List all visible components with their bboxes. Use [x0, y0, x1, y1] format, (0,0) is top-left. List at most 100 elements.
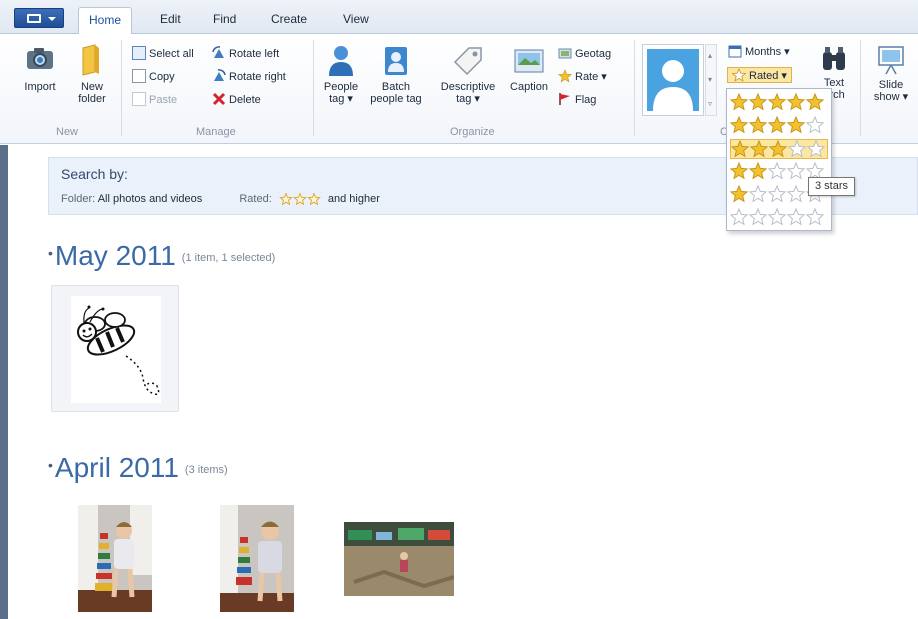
rated-dropdown-menu — [726, 88, 832, 231]
caption-label: Caption — [510, 81, 548, 93]
delete-button[interactable]: Delete — [212, 92, 261, 108]
tab-home[interactable]: Home — [78, 7, 133, 35]
photo-thumbnail[interactable] — [78, 505, 152, 612]
rated-button[interactable]: Rated ▾ — [727, 67, 792, 83]
rotate-right-icon — [214, 69, 226, 81]
star-empty-icon — [767, 207, 787, 226]
rating-option-3[interactable] — [730, 139, 828, 159]
star-outline-icon — [293, 193, 307, 205]
person-silhouette-icon — [653, 60, 693, 111]
group-label-manage: Manage — [196, 126, 236, 138]
import-label: Import — [24, 81, 56, 93]
star-filled-icon — [729, 184, 749, 203]
star-empty-icon — [805, 115, 825, 134]
navigation-pane-edge[interactable] — [0, 145, 8, 619]
folder-value[interactable]: All photos and videos — [98, 193, 203, 205]
star-filled-icon — [767, 115, 787, 134]
scroll-down-icon[interactable]: ▾ — [708, 75, 712, 84]
geotag-icon — [558, 48, 572, 59]
caption-icon — [514, 49, 544, 73]
delete-label: Delete — [229, 94, 261, 106]
descriptive-tag-button[interactable]: Descriptive tag ▾ — [436, 44, 500, 105]
photo-thumbnail[interactable] — [220, 505, 294, 612]
copy-icon — [132, 69, 146, 83]
collapse-icon[interactable]: • — [48, 245, 53, 261]
rating-option-0[interactable] — [729, 207, 828, 228]
group-label-new: New — [56, 126, 79, 138]
select-all-icon — [132, 46, 146, 60]
people-tag-label-1: People — [323, 81, 359, 93]
gallery-more-icon[interactable]: ▿ — [708, 99, 712, 108]
star-outline-icon — [307, 193, 321, 205]
folder-icon — [82, 44, 99, 76]
star-empty-icon — [787, 139, 807, 158]
new-folder-button[interactable]: New folder — [72, 44, 112, 105]
flag-button[interactable]: Flag — [558, 92, 596, 108]
app-menu-icon — [27, 14, 41, 23]
rating-stars — [729, 207, 825, 226]
rotate-right-button[interactable]: Rotate right — [212, 69, 286, 85]
outdoor-photo-image — [344, 522, 454, 596]
import-button[interactable]: Import — [20, 44, 60, 93]
photo-gallery-window: Home Edit Find Create View Import New fo… — [0, 0, 918, 619]
binoculars-icon — [823, 47, 845, 70]
star-filled-icon — [749, 139, 769, 158]
months-button[interactable]: Months ▾ — [728, 44, 790, 60]
slideshow-label-2: show ▾ — [873, 91, 909, 103]
rate-button[interactable]: Rate ▾ — [558, 69, 607, 85]
group-label-organize: Organize — [450, 126, 495, 138]
photo-thumbnail[interactable] — [344, 522, 454, 596]
star-filled-icon — [729, 115, 749, 134]
folder-label: Folder: — [61, 193, 96, 205]
select-all-button[interactable]: Select all — [132, 46, 194, 62]
copy-button[interactable]: Copy — [132, 69, 175, 85]
star-empty-icon — [786, 161, 806, 180]
geotag-button[interactable]: Geotag — [558, 46, 611, 62]
tab-view[interactable]: View — [343, 12, 369, 26]
new-folder-label-2: folder — [78, 93, 106, 105]
scroll-up-icon[interactable]: ▴ — [708, 51, 712, 60]
star-empty-icon — [748, 184, 768, 203]
bee-drawing-image — [77, 305, 160, 396]
tab-edit[interactable]: Edit — [160, 12, 181, 26]
section-april-2011[interactable]: •April 2011 (3 items) — [48, 452, 228, 484]
section-title: April 2011 — [54, 452, 179, 483]
rating-option-4[interactable] — [729, 115, 828, 136]
child-photo-image — [78, 505, 152, 612]
slideshow-button[interactable]: Slide show ▾ — [868, 44, 914, 103]
rating-stars — [730, 139, 826, 158]
section-title: May 2011 — [54, 240, 176, 271]
star-empty-icon — [767, 184, 787, 203]
rating-option-5[interactable] — [729, 92, 828, 113]
people-gallery[interactable] — [642, 44, 704, 116]
rate-label: Rate ▾ — [575, 71, 607, 83]
star-icon — [732, 68, 746, 82]
ribbon-separator — [634, 40, 635, 136]
caption-button[interactable]: Caption — [505, 44, 553, 93]
rated-criteria-stars[interactable] — [279, 193, 321, 205]
photo-thumbnail-selected[interactable] — [51, 285, 179, 412]
app-menu-button[interactable] — [14, 8, 64, 28]
search-criteria: Folder: All photos and videos Rated: and… — [61, 193, 380, 205]
tag-icon — [453, 47, 482, 76]
tab-create[interactable]: Create — [271, 12, 307, 26]
star-filled-icon — [767, 92, 787, 111]
flag-icon — [559, 93, 570, 105]
tab-find[interactable]: Find — [213, 12, 236, 26]
star-outline-icon — [279, 193, 293, 205]
people-tag-button[interactable]: People tag ▾ — [318, 44, 364, 105]
rotate-left-button[interactable]: Rotate left — [212, 46, 279, 62]
paste-button[interactable]: Paste — [132, 92, 177, 108]
batch-people-tag-label-2: people tag — [370, 93, 422, 105]
batch-people-tag-label-1: Batch — [381, 81, 411, 93]
section-may-2011[interactable]: •May 2011 (1 item, 1 selected) — [48, 240, 275, 272]
descriptive-tag-label-1: Descriptive — [440, 81, 496, 93]
star-empty-icon — [748, 207, 768, 226]
gallery-scrollbar[interactable]: ▴ ▾ ▿ — [705, 44, 717, 116]
collapse-icon[interactable]: • — [48, 457, 53, 473]
batch-people-tag-button[interactable]: Batch people tag — [366, 44, 426, 105]
new-folder-label-1: New — [80, 81, 103, 93]
ribbon-separator — [121, 40, 122, 136]
star-empty-icon — [767, 161, 787, 180]
rating-stars — [729, 92, 825, 111]
